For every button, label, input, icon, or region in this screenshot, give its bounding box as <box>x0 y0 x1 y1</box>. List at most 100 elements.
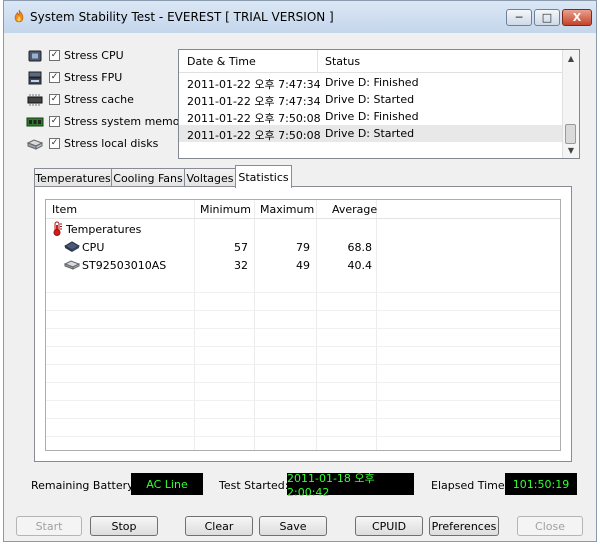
start-button[interactable]: Start <box>16 516 82 536</box>
log-datetime: 2011-01-22 오후 7:47:34 <box>187 95 321 108</box>
hard-disk-icon <box>64 260 80 270</box>
table-row[interactable]: ST92503010AS 32 49 40.4 <box>46 256 560 274</box>
cache-chip-icon <box>27 94 43 106</box>
row-divider <box>46 346 560 347</box>
tab-temperatures[interactable]: Temperatures <box>34 168 112 187</box>
log-scrollbar[interactable]: ▲ ▼ <box>562 50 579 158</box>
tab-cooling-fans[interactable]: Cooling Fans <box>111 168 185 187</box>
log-header: Date & Time Status <box>179 50 563 73</box>
statistics-panel: Item Minimum Maximum Average Temperature… <box>34 186 572 462</box>
row-average: 40.4 <box>347 259 373 272</box>
log-datetime: 2011-01-22 오후 7:50:08 <box>187 129 321 142</box>
stress-cpu-checkbox[interactable]: ✓ <box>49 50 60 61</box>
maximize-icon: □ <box>541 11 553 24</box>
tab-label: Temperatures <box>35 171 111 185</box>
fpu-icon <box>28 71 42 85</box>
row-item: ST92503010AS <box>82 259 167 272</box>
stress-cpu-option[interactable]: ✓ Stress CPU <box>24 47 184 65</box>
stress-disks-checkbox[interactable]: ✓ <box>49 138 60 149</box>
table-row[interactable]: CPU 57 79 68.8 <box>46 238 560 256</box>
scrollbar-thumb[interactable] <box>565 124 576 144</box>
tab-voltages[interactable]: Voltages <box>184 168 236 187</box>
test-started-label: Test Started: <box>219 479 289 492</box>
stability-test-window: System Stability Test - EVEREST [ TRIAL … <box>3 0 597 542</box>
row-divider <box>46 328 560 329</box>
group-row-temperatures[interactable]: Temperatures <box>46 220 560 238</box>
close-icon: X <box>572 11 582 24</box>
scroll-down-icon[interactable]: ▼ <box>563 142 579 158</box>
tab-label: Voltages <box>186 171 234 185</box>
clear-button[interactable]: Clear <box>185 516 253 536</box>
log-datetime: 2011-01-22 오후 7:50:08 <box>187 112 321 125</box>
stress-cache-checkbox[interactable]: ✓ <box>49 94 60 105</box>
stress-fpu-option[interactable]: ✓ Stress FPU <box>24 69 184 87</box>
row-maximum: 49 <box>296 259 310 272</box>
log-header-datetime[interactable]: Date & Time <box>187 55 256 68</box>
preferences-button[interactable]: Preferences <box>429 516 499 536</box>
header-maximum[interactable]: Maximum <box>260 203 314 216</box>
preferences-label: Preferences <box>431 519 497 533</box>
log-datetime: 2011-01-22 오후 7:47:34 <box>187 78 321 91</box>
tab-statistics[interactable]: Statistics <box>235 165 292 188</box>
tab-label: Statistics <box>238 170 289 184</box>
save-label: Save <box>279 519 307 533</box>
header-minimum[interactable]: Minimum <box>200 203 251 216</box>
row-divider <box>46 382 560 383</box>
stress-memory-label: Stress system memory <box>64 115 191 128</box>
close-label: Close <box>535 519 565 533</box>
test-started-value: 2011-01-18 오후 2:00:42 <box>287 472 414 499</box>
log-row[interactable]: 2011-01-22 오후 7:50:08 Drive D: Finished <box>179 108 563 125</box>
log-row-selected[interactable]: 2011-01-22 오후 7:50:08 Drive D: Started <box>179 125 563 142</box>
statistics-table[interactable]: Item Minimum Maximum Average Temperature… <box>45 199 561 451</box>
log-row[interactable]: 2011-01-22 오후 7:47:34 Drive D: Started <box>179 91 563 108</box>
stress-fpu-checkbox[interactable]: ✓ <box>49 72 60 83</box>
scroll-up-icon[interactable]: ▲ <box>563 50 579 66</box>
save-button[interactable]: Save <box>259 516 327 536</box>
row-divider <box>46 310 560 311</box>
header-item[interactable]: Item <box>52 203 77 216</box>
elapsed-time-label: Elapsed Time: <box>431 479 509 492</box>
tab-label: Cooling Fans <box>113 171 183 185</box>
hard-disk-icon <box>26 139 44 150</box>
row-item: CPU <box>82 241 105 254</box>
statistics-header: Item Minimum Maximum Average <box>46 200 560 219</box>
close-window-button[interactable]: X <box>562 9 592 26</box>
log-header-status[interactable]: Status <box>325 55 360 68</box>
stress-fpu-label: Stress FPU <box>64 71 123 84</box>
stop-button[interactable]: Stop <box>90 516 158 536</box>
elapsed-time-value-text: 101:50:19 <box>512 477 570 491</box>
row-divider <box>46 418 560 419</box>
stress-cpu-label: Stress CPU <box>64 49 124 62</box>
log-header-divider <box>317 50 318 72</box>
test-started-value-text: 2011-01-18 오후 2:00:42 <box>287 471 375 499</box>
cpuid-button[interactable]: CPUID <box>355 516 423 536</box>
stress-memory-option[interactable]: ✓ Stress system memory <box>24 113 191 131</box>
flame-icon <box>14 9 24 23</box>
row-maximum: 79 <box>296 241 310 254</box>
elapsed-time-value: 101:50:19 <box>505 473 577 495</box>
cpuid-label: CPUID <box>371 519 407 533</box>
battery-value: AC Line <box>131 473 203 495</box>
window-title: System Stability Test - EVEREST [ TRIAL … <box>30 10 334 24</box>
header-average[interactable]: Average <box>332 203 377 216</box>
log-row[interactable]: 2011-01-22 오후 7:47:34 Drive D: Finished <box>179 74 563 91</box>
log-status: Drive D: Started <box>325 127 415 140</box>
stress-memory-checkbox[interactable]: ✓ <box>49 116 60 127</box>
thermometer-icon <box>53 221 62 236</box>
maximize-button[interactable]: □ <box>534 9 560 26</box>
close-button[interactable]: Close <box>517 516 583 536</box>
clear-label: Clear <box>204 519 234 533</box>
stress-disks-option[interactable]: ✓ Stress local disks <box>24 135 184 153</box>
battery-label: Remaining Battery: <box>31 479 137 492</box>
stress-cache-option[interactable]: ✓ Stress cache <box>24 91 184 109</box>
event-log-list[interactable]: Date & Time Status 2011-01-22 오후 7:47:34… <box>178 49 580 159</box>
log-status: Drive D: Finished <box>325 110 419 123</box>
cpu-icon <box>64 241 80 252</box>
log-status: Drive D: Finished <box>325 76 419 89</box>
row-minimum: 32 <box>234 259 248 272</box>
minimize-button[interactable]: ─ <box>506 9 532 26</box>
log-status: Drive D: Started <box>325 93 415 106</box>
title-bar[interactable]: System Stability Test - EVEREST [ TRIAL … <box>4 1 596 33</box>
row-minimum: 57 <box>234 241 248 254</box>
row-divider <box>46 292 560 293</box>
